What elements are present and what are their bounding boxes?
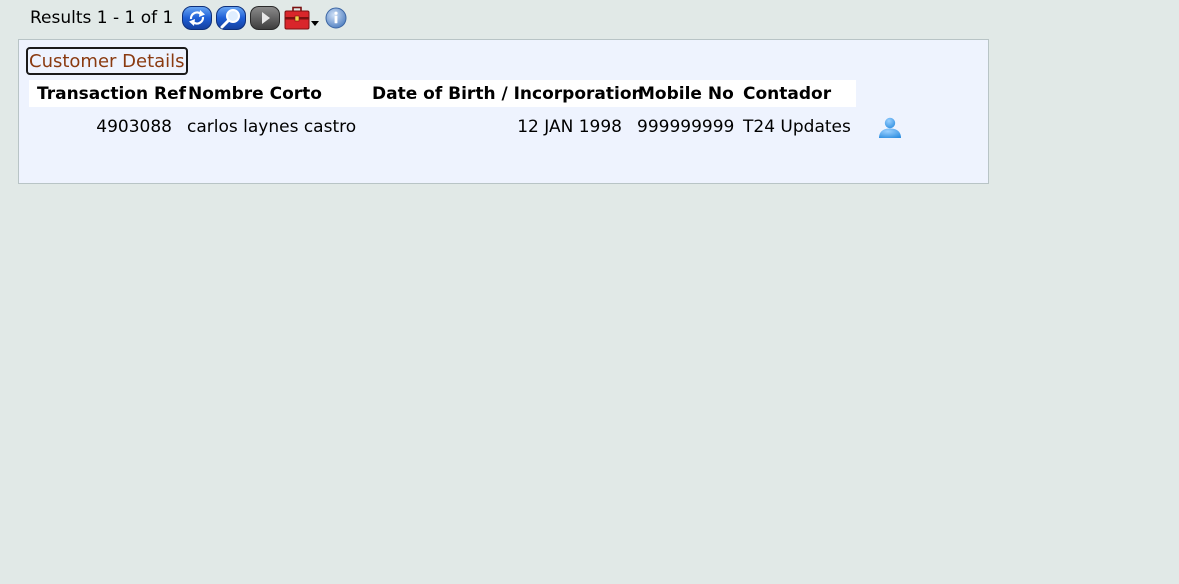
column-header-date-of-birth[interactable]: Date of Birth / Incorporation <box>372 84 644 104</box>
cell-date-of-birth: 12 JAN 1998 <box>517 117 622 137</box>
cell-nombre-corto: carlos laynes castro <box>187 117 357 137</box>
table-row: 4903088 carlos laynes castro 12 JAN 1998… <box>29 113 929 143</box>
customer-details-panel: Customer Details Transaction Ref Nombre … <box>18 39 989 184</box>
column-header-mobile-no[interactable]: Mobile No <box>638 84 734 104</box>
magnifier-icon <box>216 6 247 30</box>
results-toolbar: Results 1 - 1 of 1 <box>30 4 352 32</box>
play-arrow-icon <box>250 6 281 30</box>
column-header-nombre-corto[interactable]: Nombre Corto <box>188 84 322 104</box>
column-header-transaction-ref[interactable]: Transaction Ref <box>37 84 186 104</box>
info-icon <box>325 7 347 29</box>
table-header-row: Transaction Ref Nombre Corto Date of Bir… <box>29 80 856 107</box>
refresh-icon <box>182 6 213 30</box>
user-icon <box>879 117 901 138</box>
cell-contador: T24 Updates <box>743 117 851 137</box>
cell-transaction-ref: 4903088 <box>96 117 172 137</box>
column-header-contador[interactable]: Contador <box>743 84 831 104</box>
tools-dropdown-button[interactable] <box>284 6 320 30</box>
search-button[interactable] <box>216 6 247 30</box>
info-button[interactable] <box>324 6 348 30</box>
results-count: Results 1 - 1 of 1 <box>30 8 174 28</box>
cell-mobile-no: 999999999 <box>637 117 735 137</box>
refresh-button[interactable] <box>182 6 213 30</box>
view-customer-button[interactable] <box>877 116 903 144</box>
next-button[interactable] <box>250 6 281 30</box>
panel-title[interactable]: Customer Details <box>26 47 188 75</box>
toolbox-dropdown-icon <box>284 6 320 30</box>
